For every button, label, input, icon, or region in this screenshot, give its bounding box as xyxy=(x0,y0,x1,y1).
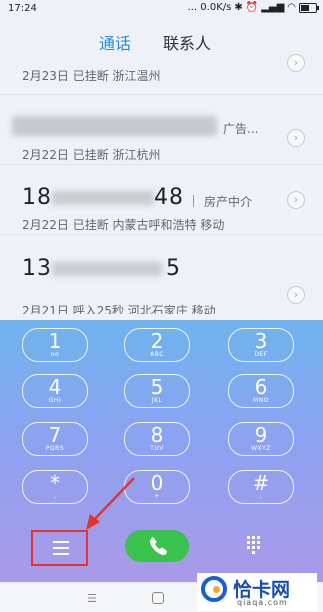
dial-key-star[interactable]: *, xyxy=(22,470,88,504)
tab-contacts[interactable]: 联系人 xyxy=(163,30,211,54)
key-letters: WXYZ xyxy=(251,445,271,452)
call-number-tail: 48 xyxy=(154,185,184,210)
key-letters: , xyxy=(53,493,57,500)
redacted-number xyxy=(12,116,217,136)
dial-key-9[interactable]: 9 WXYZ xyxy=(228,422,294,456)
wifi-icon: ◠ xyxy=(287,2,296,13)
dial-key-3[interactable]: 3 DEF xyxy=(228,328,294,362)
battery-icon xyxy=(299,2,319,13)
site-watermark: 恰卡网 qiaqa.com xyxy=(197,573,317,611)
call-number: 18 xyxy=(22,185,52,210)
dial-key-4[interactable]: 4 GHI xyxy=(22,374,88,408)
call-log-row[interactable]: 广告... 2月22日 已挂断 浙江杭州 › xyxy=(0,94,323,165)
key-digit: 8 xyxy=(150,423,164,447)
key-letters: JKL xyxy=(151,397,163,404)
signal-icon: ▂▄▆ xyxy=(261,2,285,13)
dial-key-1[interactable]: 1 oo xyxy=(22,328,88,362)
chevron-right-icon[interactable]: › xyxy=(287,286,305,304)
call-log-row[interactable]: 18 48 房产中介 2月22日 已挂断 内蒙古呼和浩特 移动 › xyxy=(0,164,323,235)
keypad-grid-icon[interactable] xyxy=(247,536,263,554)
home-icon[interactable] xyxy=(152,592,164,604)
key-letters: TUV xyxy=(150,445,164,452)
key-letters: oo xyxy=(50,351,60,358)
phone-icon xyxy=(150,537,167,555)
call-log-list: 2月23日 已挂断 浙江温州 › 广告... 2月22日 已挂断 浙江杭州 › … xyxy=(0,54,323,314)
call-detail: 2月21日 呼入25秒 河北石家庄 移动 xyxy=(22,304,216,314)
status-time: 17:24 xyxy=(8,3,37,14)
dial-key-7[interactable]: 7 PQRS xyxy=(22,422,88,456)
call-log-row[interactable]: 13 5 2月21日 呼入25秒 河北石家庄 移动 › xyxy=(0,234,323,314)
key-letters: MNO xyxy=(253,397,269,404)
bluetooth-icon: ✱ xyxy=(234,2,243,13)
key-digit: 6 xyxy=(254,375,268,399)
alarm-icon: ⏰ xyxy=(245,2,259,13)
key-letters: ; xyxy=(259,493,263,500)
chevron-right-icon[interactable]: › xyxy=(287,129,305,147)
watermark-logo xyxy=(201,576,227,602)
call-detail: 2月23日 已挂断 浙江温州 xyxy=(22,69,161,83)
call-tag: 房产中介 xyxy=(204,195,253,209)
watermark-url: qiaqa.com xyxy=(237,598,288,607)
key-digit: # xyxy=(252,471,270,495)
call-number: 13 xyxy=(22,256,52,281)
call-log-row[interactable]: 2月23日 已挂断 浙江温州 › xyxy=(0,54,323,95)
tab-bar: 通话 联系人 xyxy=(0,26,323,54)
call-tag: 广告... xyxy=(223,122,259,136)
dial-key-2[interactable]: 2 ABC xyxy=(124,328,190,362)
dial-key-hash[interactable]: #; xyxy=(228,470,294,504)
menu-button[interactable] xyxy=(31,530,88,566)
key-digit: 2 xyxy=(150,329,164,353)
status-bar: 17:24 ... 0.0K/s ✱ ⏰ ▂▄▆ ◠ xyxy=(0,0,323,18)
call-number-tail: 5 xyxy=(166,256,181,281)
call-button[interactable] xyxy=(125,530,189,562)
network-speed: ... 0.0K/s xyxy=(187,2,232,13)
key-digit: 4 xyxy=(48,375,62,399)
recent-apps-icon[interactable]: ☰ xyxy=(87,592,97,605)
key-digit: 5 xyxy=(150,375,164,399)
key-letters: DEF xyxy=(254,351,268,358)
redacted-number-part xyxy=(52,191,154,205)
key-digit: * xyxy=(50,471,60,495)
redacted-number-part xyxy=(52,262,162,276)
key-digit: 0 xyxy=(150,471,164,495)
key-letters: + xyxy=(154,493,160,500)
separator xyxy=(193,195,194,207)
dial-key-6[interactable]: 6 MNO xyxy=(228,374,294,408)
dial-key-0[interactable]: 0 + xyxy=(124,470,190,504)
battery-fill xyxy=(301,4,310,11)
key-digit: 3 xyxy=(254,329,268,353)
key-letters: GHI xyxy=(48,397,62,404)
key-letters: PQRS xyxy=(45,445,65,452)
tab-calls[interactable]: 通话 xyxy=(99,30,131,54)
call-detail: 2月22日 已挂断 浙江杭州 xyxy=(22,148,161,162)
key-digit: 1 xyxy=(48,329,62,353)
key-letters: ABC xyxy=(150,351,164,358)
menu-icon xyxy=(53,541,69,555)
key-digit: 9 xyxy=(254,423,268,447)
key-digit: 7 xyxy=(48,423,62,447)
chevron-right-icon[interactable]: › xyxy=(287,54,305,72)
dial-key-8[interactable]: 8 TUV xyxy=(124,422,190,456)
dial-key-5[interactable]: 5 JKL xyxy=(124,374,190,408)
call-detail: 2月22日 已挂断 内蒙古呼和浩特 移动 xyxy=(22,218,225,232)
chevron-right-icon[interactable]: › xyxy=(287,191,305,209)
